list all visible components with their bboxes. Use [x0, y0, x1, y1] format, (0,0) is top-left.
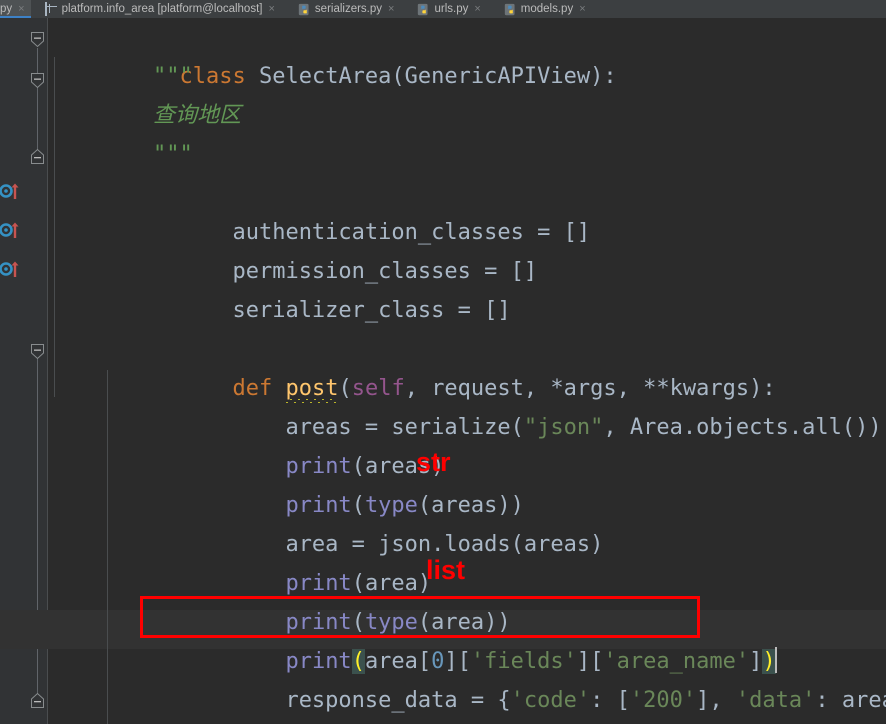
fold-marker-docstring-end[interactable]	[30, 148, 45, 164]
close-icon[interactable]: ×	[386, 3, 396, 15]
code-line[interactable]: areas = serialize("json", Area.objects.a…	[100, 369, 881, 440]
code-line[interactable]: print(areas)	[100, 408, 444, 479]
fold-marker-method-post[interactable]	[30, 344, 45, 360]
close-icon[interactable]: ×	[577, 3, 587, 15]
close-icon[interactable]: ×	[266, 3, 276, 15]
tab-urls-py[interactable]: urls.py ×	[412, 0, 486, 18]
code-line[interactable]: print(area)	[100, 525, 431, 596]
token-base-class: GenericAPIView	[404, 64, 591, 89]
code-editor[interactable]: class SelectArea(GenericAPIView): """ 查询…	[0, 18, 886, 724]
code-line[interactable]: serializer_class = []	[100, 252, 510, 323]
tab-label: urls.py	[434, 3, 469, 15]
code-line-def-post[interactable]: def post(self, request, *args, **kwargs)…	[100, 330, 776, 403]
tab-py-active[interactable]: py ×	[0, 0, 31, 18]
token-class-name: SelectArea	[258, 64, 392, 89]
code-line-docstring[interactable]: 查询地区	[100, 96, 241, 135]
fold-connector-line	[37, 356, 38, 704]
fold-marker-docstring-start[interactable]	[30, 73, 45, 89]
code-line[interactable]: authentication_classes = []	[100, 174, 590, 245]
python-file-icon	[298, 3, 311, 16]
annotation-str: str	[416, 447, 451, 477]
code-line[interactable]: response_data = {'code': ['200'], 'data'…	[100, 642, 886, 713]
override-marker-serializer-class[interactable]	[0, 259, 24, 279]
tab-serializers-py[interactable]: serializers.py ×	[293, 0, 401, 18]
indent-guide	[54, 57, 55, 397]
code-line[interactable]: """	[100, 57, 193, 96]
tab-platform-info-area[interactable]: platform.info_area [platform@localhost] …	[40, 0, 281, 18]
override-marker-permission-classes[interactable]	[0, 220, 24, 240]
code-line[interactable]: """	[100, 135, 193, 174]
tab-label: platform.info_area [platform@localhost]	[61, 3, 263, 15]
docstring-text: 查询地区	[152, 103, 241, 128]
close-icon[interactable]: ×	[472, 3, 482, 15]
tab-label: serializers.py	[314, 3, 383, 15]
tab-label: py	[0, 3, 13, 15]
code-line[interactable]: area = json.loads(areas)	[100, 486, 603, 557]
code-line[interactable]: permission_classes = []	[100, 213, 537, 284]
code-line-highlighted[interactable]: print(area[0]['fields']['area_name'])	[100, 603, 777, 674]
fold-marker-method-end[interactable]	[30, 692, 45, 708]
tab-models-py[interactable]: models.py ×	[499, 0, 592, 18]
override-marker-authentication-classes[interactable]	[0, 181, 24, 201]
code-text-area[interactable]: class SelectArea(GenericAPIView): """ 查询…	[0, 18, 886, 724]
database-table-icon	[44, 1, 58, 16]
code-line[interactable]: class SelectArea(GenericAPIView):	[100, 18, 616, 89]
close-icon[interactable]: ×	[16, 3, 26, 15]
code-line[interactable]: return HttpResponse(json.dumps(response_…	[100, 681, 886, 720]
editor-tab-bar[interactable]: py × platform.info_area [platform@localh…	[0, 0, 886, 18]
python-file-icon	[504, 3, 517, 16]
code-line[interactable]: print(type(areas))	[100, 447, 523, 518]
python-file-icon	[417, 3, 430, 16]
tab-label: models.py	[520, 3, 574, 15]
annotation-list: list	[426, 555, 466, 585]
fold-marker-class-selectarea[interactable]	[30, 32, 45, 48]
